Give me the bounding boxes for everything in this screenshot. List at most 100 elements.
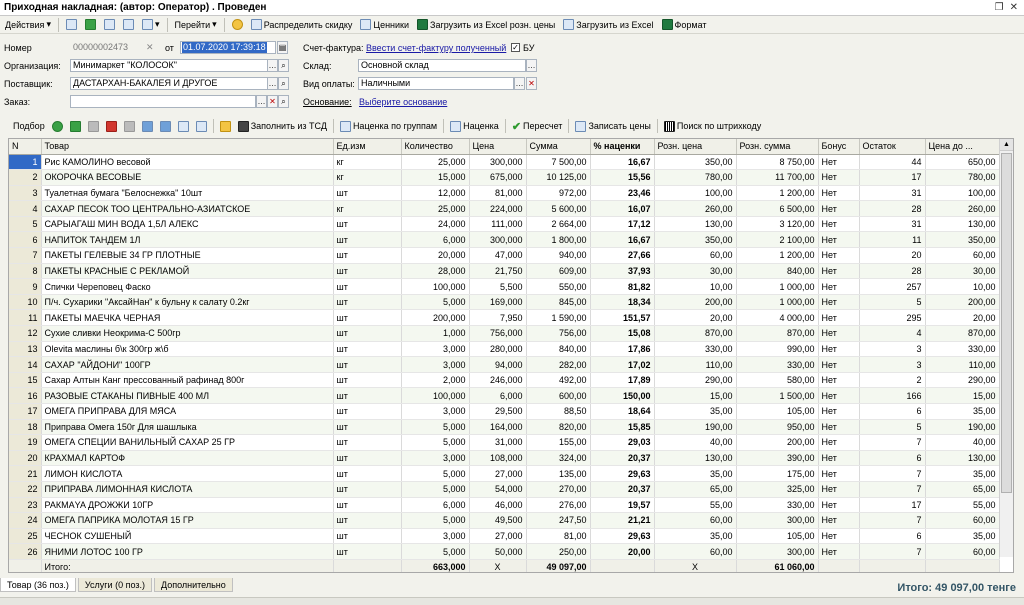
product-name-cell[interactable]: Рис КАМОЛИНО весовой [41, 154, 334, 171]
retail-sum-cell[interactable]: 325,00 [736, 481, 819, 498]
price-cell[interactable]: 81,000 [469, 185, 527, 202]
markup-percent-cell[interactable]: 18,64 [590, 403, 655, 420]
product-name-cell[interactable]: САРЫАГАШ МИН ВОДА 1,5Л АЛЕКС [41, 216, 334, 233]
retail-price-cell[interactable]: 780,00 [654, 169, 737, 186]
unit-cell[interactable]: шт [333, 403, 402, 420]
quantity-cell[interactable]: 6,000 [401, 231, 470, 249]
retail-price-cell[interactable]: 10,00 [654, 278, 737, 295]
clear-icon[interactable]: ✕ [146, 42, 154, 53]
table-row[interactable]: 9 Спички Череповец Фаско шт 100,000 5,500 550… [9, 278, 1000, 295]
clear-icon[interactable]: ✕ [267, 95, 278, 108]
sum-cell[interactable]: 600,00 [526, 387, 591, 404]
stock-cell[interactable]: 4 [859, 325, 926, 342]
bonus-cell[interactable]: Нет [818, 403, 860, 420]
unit-cell[interactable]: шт [333, 231, 402, 249]
retail-sum-cell[interactable]: 8 750,00 [736, 154, 819, 171]
previous-price-cell[interactable]: 15,00 [925, 387, 1000, 404]
column-header[interactable]: % наценки [590, 139, 655, 155]
markup-percent-cell[interactable]: 16,67 [590, 154, 655, 171]
price-cell[interactable]: 108,000 [469, 450, 527, 467]
unit-cell[interactable]: шт [333, 185, 402, 202]
retail-sum-cell[interactable]: 4 000,00 [736, 309, 819, 327]
row-number-cell[interactable]: 14 [9, 356, 42, 373]
table-row[interactable]: 16 РАЗОВЫЕ СТАКАНЫ ПИВНЫЕ 400 МЛ шт 100,000… [9, 387, 1000, 404]
sum-cell[interactable]: 756,00 [526, 325, 591, 342]
load-excel-button[interactable]: Загрузить из Excel [560, 17, 656, 33]
scroll-up-icon[interactable]: ▲ [1000, 139, 1013, 151]
bonus-cell[interactable]: Нет [818, 216, 860, 233]
product-name-cell[interactable]: РАКМАYA ДРОЖЖИ 10ГР [41, 497, 334, 514]
sort-asc-button[interactable] [175, 118, 192, 134]
previous-price-cell[interactable]: 350,00 [925, 231, 1000, 249]
markup-percent-cell[interactable]: 17,89 [590, 372, 655, 389]
bonus-cell[interactable]: Нет [818, 309, 860, 327]
row-number-cell[interactable]: 19 [9, 434, 42, 451]
unit-cell[interactable]: шт [333, 387, 402, 404]
unit-cell[interactable]: кг [333, 200, 402, 217]
product-name-cell[interactable]: САХАР ПЕСОК ТОО ЦЕНТРАЛЬНО-АЗИАТСКОЕ [41, 200, 334, 217]
unit-cell[interactable]: шт [333, 309, 402, 327]
markup-percent-cell[interactable]: 15,85 [590, 419, 655, 436]
barcode-search-button[interactable]: Поиск по штрихкоду [661, 118, 764, 134]
bonus-cell[interactable]: Нет [818, 481, 860, 498]
product-name-cell[interactable]: Приправа Омега 150г Для шашлыка [41, 419, 334, 436]
payment-field[interactable]: Наличными [358, 77, 514, 90]
retail-price-cell[interactable]: 110,00 [654, 356, 737, 373]
sum-cell[interactable]: 2 664,00 [526, 216, 591, 233]
quantity-cell[interactable]: 3,000 [401, 403, 470, 420]
previous-price-cell[interactable]: 35,00 [925, 403, 1000, 420]
table-row[interactable]: 14 САХАР "АЙДОНИ" 100ГР шт 3,000 94,000 282,0… [9, 356, 1000, 373]
retail-price-cell[interactable]: 350,00 [654, 154, 737, 171]
table-row[interactable]: 25 ЧЕСНОК СУШЕНЫЙ шт 3,000 27,000 81,00 29,63 3… [9, 528, 1000, 545]
stock-cell[interactable]: 17 [859, 497, 926, 514]
product-name-cell[interactable]: ЯНИМИ ЛОТОС 100 ГР [41, 543, 334, 560]
unit-cell[interactable]: кг [333, 154, 402, 171]
sum-cell[interactable]: 1 800,00 [526, 231, 591, 249]
column-header[interactable]: Бонус [818, 139, 860, 155]
sum-cell[interactable]: 88,50 [526, 403, 591, 420]
retail-sum-cell[interactable]: 6 500,00 [736, 200, 819, 217]
row-number-cell[interactable]: 25 [9, 528, 42, 545]
retail-price-cell[interactable]: 350,00 [654, 231, 737, 249]
bonus-cell[interactable]: Нет [818, 372, 860, 389]
price-cell[interactable]: 246,000 [469, 372, 527, 389]
price-cell[interactable]: 6,000 [469, 387, 527, 404]
row-number-cell[interactable]: 4 [9, 200, 42, 217]
stock-cell[interactable]: 7 [859, 465, 926, 482]
bonus-cell[interactable]: Нет [818, 200, 860, 217]
markup-percent-cell[interactable]: 27,66 [590, 247, 655, 264]
bonus-cell[interactable]: Нет [818, 169, 860, 186]
table-row[interactable]: 2 ОКОРОЧКА ВЕСОВЫЕ кг 15,000 675,000 10 125,0… [9, 169, 1000, 186]
quantity-cell[interactable]: 12,000 [401, 185, 470, 202]
product-name-cell[interactable]: Olevita маслины б\к 300гр ж\б [41, 341, 334, 358]
bonus-cell[interactable]: Нет [818, 465, 860, 482]
previous-price-cell[interactable]: 35,00 [925, 465, 1000, 482]
supplier-field[interactable]: ДАСТАРХАН-БАКАЛЕЯ И ДРУГОЕ [70, 77, 268, 90]
date-field[interactable]: 01.07.2020 17:39:18 [180, 41, 276, 54]
markup-percent-cell[interactable]: 29,63 [590, 528, 655, 545]
retail-sum-cell[interactable]: 870,00 [736, 325, 819, 342]
table-row[interactable]: 7 ПАКЕТЫ ГЕЛЕВЫЕ 34 ГР ПЛОТНЫЕ шт 20,000 47,… [9, 247, 1000, 264]
unit-cell[interactable]: шт [333, 372, 402, 389]
markup-percent-cell[interactable]: 21,21 [590, 512, 655, 529]
price-cell[interactable]: 280,000 [469, 341, 527, 358]
row-number-cell[interactable]: 21 [9, 465, 42, 482]
quantity-cell[interactable]: 5,000 [401, 465, 470, 482]
markup-percent-cell[interactable]: 20,37 [590, 450, 655, 467]
retail-sum-cell[interactable]: 200,00 [736, 434, 819, 451]
previous-price-cell[interactable]: 60,00 [925, 543, 1000, 560]
table-row[interactable]: 15 Сахар Алтын Канг прессованный рафинад … [9, 372, 1000, 389]
price-cell[interactable]: 21,750 [469, 263, 527, 280]
price-cell[interactable]: 54,000 [469, 481, 527, 498]
stock-cell[interactable]: 5 [859, 294, 926, 311]
price-cell[interactable]: 49,500 [469, 512, 527, 529]
previous-price-cell[interactable]: 130,00 [925, 450, 1000, 467]
end-edit-button[interactable] [121, 118, 138, 134]
move-up-button[interactable] [139, 118, 156, 134]
retail-sum-cell[interactable]: 950,00 [736, 419, 819, 436]
stock-cell[interactable]: 20 [859, 247, 926, 264]
warehouse-field[interactable]: Основной склад [358, 59, 526, 72]
unit-cell[interactable]: шт [333, 356, 402, 373]
quantity-cell[interactable]: 100,000 [401, 278, 470, 295]
row-number-cell[interactable]: 10 [9, 294, 42, 311]
